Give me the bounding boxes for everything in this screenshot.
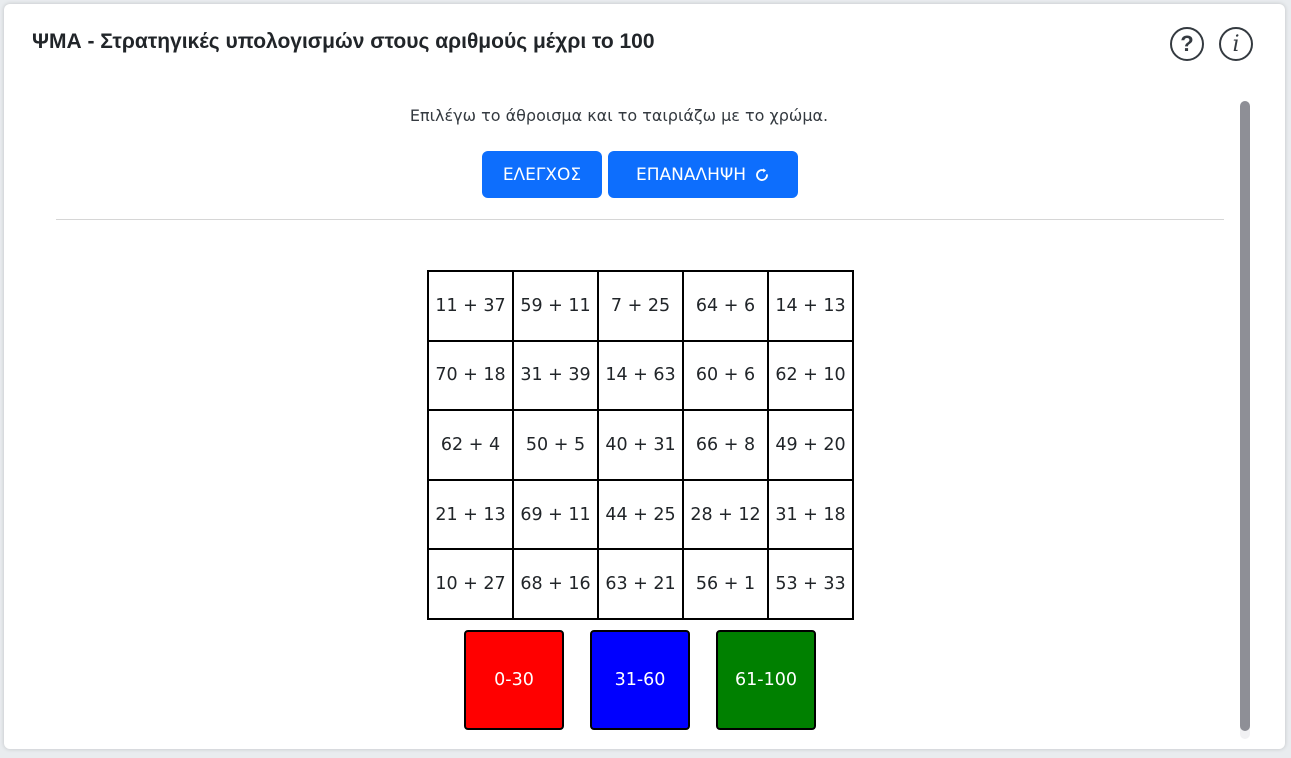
check-button-label: ΕΛΕΓΧΟΣ <box>502 164 582 185</box>
grid-cell[interactable]: 49 + 20 <box>769 411 854 481</box>
grid-cell[interactable]: 64 + 6 <box>684 272 769 342</box>
grid-cell[interactable]: 70 + 18 <box>429 341 514 412</box>
grid-cell[interactable]: 53 + 33 <box>769 550 854 620</box>
scrollbar[interactable] <box>1240 101 1250 739</box>
grid-cell[interactable]: 44 + 25 <box>599 480 684 551</box>
divider <box>56 219 1224 220</box>
grid-cell[interactable]: 40 + 31 <box>599 411 684 481</box>
grid-cell[interactable]: 28 + 12 <box>684 480 769 551</box>
grid-cell[interactable]: 14 + 63 <box>599 341 684 412</box>
grid-cell[interactable]: 66 + 8 <box>684 411 769 481</box>
grid-cell[interactable]: 10 + 27 <box>429 550 514 620</box>
grid-cell[interactable]: 50 + 5 <box>514 411 599 481</box>
grid-cell[interactable]: 14 + 13 <box>769 272 854 342</box>
instruction-text: Επιλέγω το άθροισμα και το ταιριάζω με τ… <box>409 106 829 125</box>
grid-cell[interactable]: 56 + 1 <box>684 550 769 620</box>
grid-cell[interactable]: 11 + 37 <box>429 272 514 342</box>
repeat-button-label: ΕΠΑΝΑΛΗΨΗ <box>635 164 747 185</box>
grid-cell[interactable]: 59 + 11 <box>514 272 599 342</box>
help-icon[interactable]: ? <box>1170 27 1204 61</box>
check-button[interactable]: ΕΛΕΓΧΟΣ <box>482 151 602 198</box>
grid-cell[interactable]: 60 + 6 <box>684 341 769 412</box>
refresh-icon <box>754 167 770 183</box>
swatch-label: 0-30 <box>494 670 534 690</box>
color-swatch-0-30[interactable]: 0-30 <box>464 630 564 730</box>
grid-cell[interactable]: 68 + 16 <box>514 550 599 620</box>
grid-cell[interactable]: 63 + 21 <box>599 550 684 620</box>
grid-cell[interactable]: 7 + 25 <box>599 272 684 342</box>
grid-cell[interactable]: 21 + 13 <box>429 480 514 551</box>
swatch-label: 61-100 <box>735 670 797 690</box>
info-icon[interactable]: i <box>1219 27 1253 61</box>
sum-grid: 11 + 37 59 + 11 7 + 25 64 + 6 14 + 13 70 + 18… <box>427 270 854 620</box>
grid-cell[interactable]: 31 + 39 <box>514 341 599 412</box>
swatch-label: 31-60 <box>614 670 666 690</box>
repeat-button[interactable]: ΕΠΑΝΑΛΗΨΗ <box>608 151 798 198</box>
scrollbar-thumb[interactable] <box>1240 101 1250 731</box>
color-swatch-31-60[interactable]: 31-60 <box>590 630 690 730</box>
grid-cell[interactable]: 62 + 4 <box>429 411 514 481</box>
color-swatch-61-100[interactable]: 61-100 <box>716 630 816 730</box>
grid-cell[interactable]: 31 + 18 <box>769 480 854 551</box>
activity-card: ΨΜΑ - Στρατηγικές υπολογισμών στους αριθ… <box>4 4 1285 749</box>
grid-cell[interactable]: 62 + 10 <box>769 341 854 412</box>
page-title: ΨΜΑ - Στρατηγικές υπολογισμών στους αριθ… <box>32 30 655 53</box>
grid-cell[interactable]: 69 + 11 <box>514 480 599 551</box>
